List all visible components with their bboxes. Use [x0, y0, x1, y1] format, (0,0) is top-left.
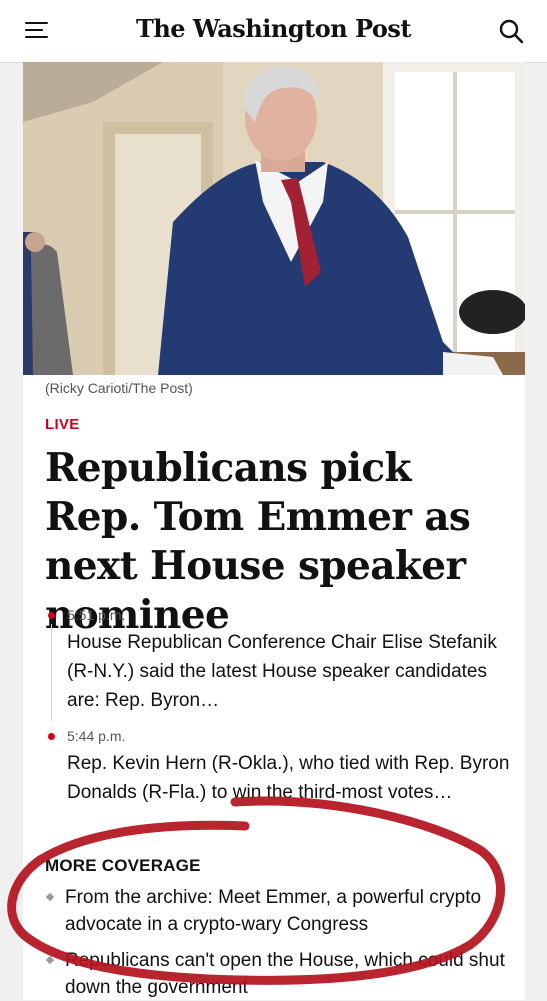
more-coverage-list: From the archive: Meet Emmer, a powerful…: [45, 884, 515, 1001]
update-text[interactable]: House Republican Conference Chair Elise …: [67, 628, 515, 715]
live-update-item[interactable]: 5:44 p.m. Rep. Kevin Hern (R-Okla.), who…: [45, 725, 515, 807]
brand-logo[interactable]: The Washington Post: [0, 14, 547, 43]
article-photo[interactable]: [23, 62, 525, 375]
update-time: 5:51 p.m.: [67, 607, 126, 623]
live-dot-icon: [48, 733, 55, 740]
update-time: 5:44 p.m.: [67, 728, 126, 744]
more-coverage-link-text[interactable]: From the archive: Meet Emmer, a powerful…: [65, 887, 481, 935]
article-card: (Ricky Carioti/The Post) LIVE Republican…: [23, 62, 525, 1000]
more-coverage-link[interactable]: Republicans can't open the House, which …: [45, 947, 515, 1001]
live-updates-timeline: 5:51 p.m. House Republican Conference Ch…: [45, 604, 515, 807]
live-dot-icon: [48, 612, 55, 619]
diamond-bullet-icon: [45, 892, 55, 902]
more-coverage-link-text[interactable]: Republicans can't open the House, which …: [65, 950, 505, 998]
update-text[interactable]: Rep. Kevin Hern (R-Okla.), who tied with…: [67, 749, 515, 807]
top-navigation-bar: The Washington Post: [0, 0, 547, 63]
more-coverage-heading: MORE COVERAGE: [45, 856, 201, 875]
search-icon[interactable]: [498, 18, 524, 44]
photo-caption: (Ricky Carioti/The Post): [45, 380, 193, 396]
more-coverage-link[interactable]: From the archive: Meet Emmer, a powerful…: [45, 884, 515, 938]
timeline-connector: [51, 624, 52, 721]
live-update-item[interactable]: 5:51 p.m. House Republican Conference Ch…: [45, 604, 515, 721]
live-badge: LIVE: [45, 416, 80, 433]
diamond-bullet-icon: [45, 955, 55, 965]
